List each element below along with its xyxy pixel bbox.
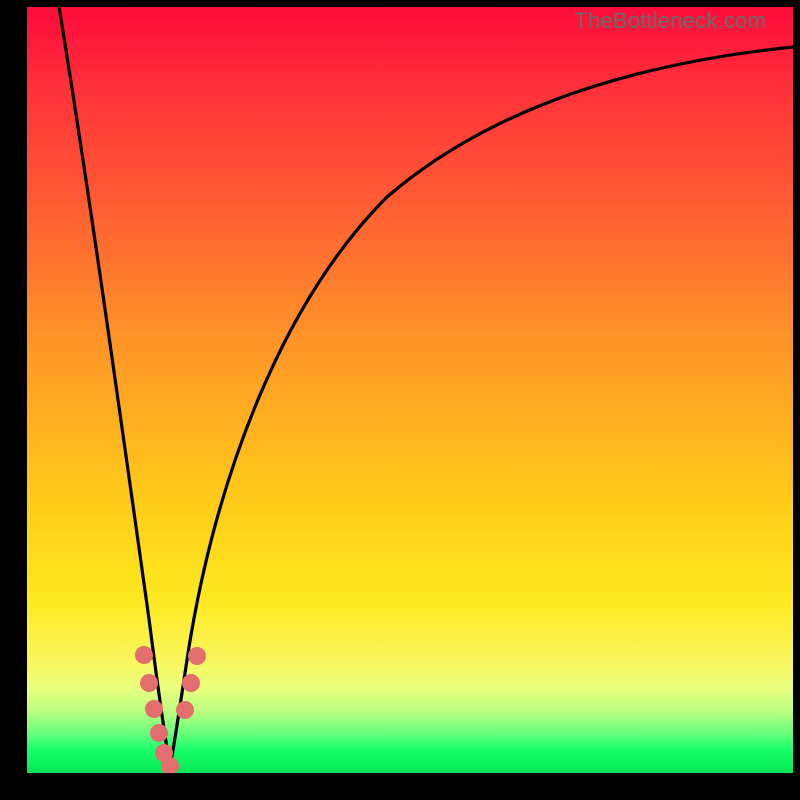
marker-dot (140, 674, 158, 692)
bottleneck-curve-layer (27, 7, 793, 773)
plot-area (27, 7, 793, 773)
bottleneck-curve (59, 7, 793, 767)
marker-dot (182, 674, 200, 692)
watermark-text: TheBottleneck.com (574, 8, 766, 34)
marker-dot (176, 701, 194, 719)
marker-dot (150, 724, 168, 742)
marker-dot (135, 646, 153, 664)
marker-dot (145, 700, 163, 718)
marker-dot (188, 647, 206, 665)
chart-frame: TheBottleneck.com (0, 0, 800, 800)
curve-markers (135, 646, 206, 773)
